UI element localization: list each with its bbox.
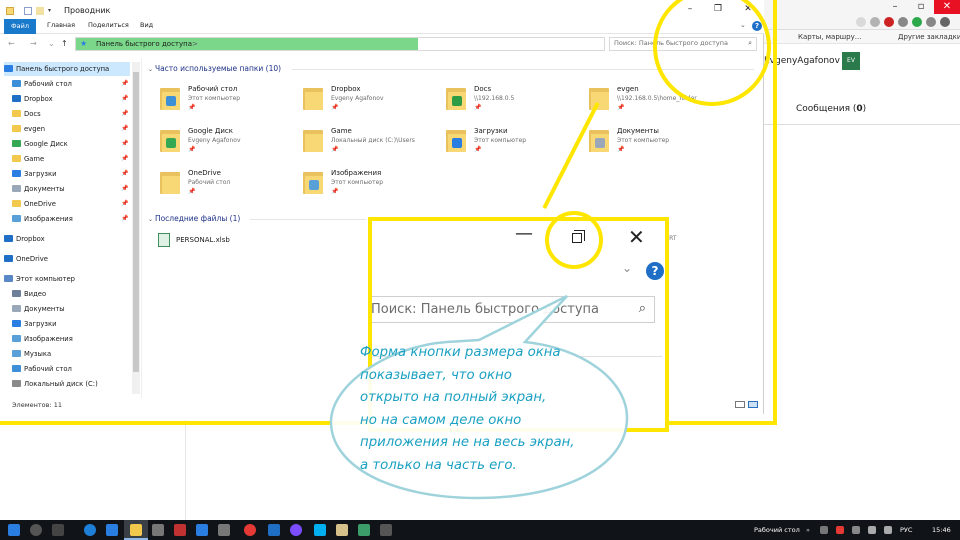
search-icon[interactable] <box>30 524 42 536</box>
chevron-down-icon: ⌄ <box>622 261 633 275</box>
bookmark-maps[interactable]: Карты, маршру... <box>798 30 861 44</box>
app-icon[interactable] <box>268 524 280 536</box>
messages-link[interactable]: Сообщения (0) <box>796 104 866 114</box>
edge-icon[interactable] <box>106 524 118 536</box>
tray-icon[interactable] <box>852 526 860 534</box>
network-icon[interactable] <box>868 526 876 534</box>
browser-minimize-button[interactable]: – <box>882 0 908 14</box>
bookmark-other[interactable]: Другие закладки <box>898 30 960 44</box>
search-icon[interactable] <box>856 17 866 27</box>
browser-close-button[interactable]: ✕ <box>934 0 960 14</box>
explorer-icon[interactable] <box>130 524 142 536</box>
annotation-line: а только на часть его. <box>360 457 517 473</box>
app-icon[interactable] <box>358 524 370 536</box>
opera-icon[interactable] <box>884 17 894 27</box>
browser-maximize-button[interactable]: ▫ <box>908 0 934 14</box>
app-icon[interactable] <box>218 524 230 536</box>
tray-icon[interactable] <box>820 526 828 534</box>
zoomed-close-icon: ✕ <box>628 225 645 249</box>
clock[interactable]: 15:46 <box>932 526 951 534</box>
viber-icon[interactable] <box>290 524 302 536</box>
annotation-line: открыто на полный экран, <box>360 390 547 406</box>
shield-icon[interactable] <box>912 17 922 27</box>
start-icon[interactable] <box>8 524 20 536</box>
messages-label: Сообщения ( <box>796 104 857 114</box>
messages-close: ) <box>862 104 867 114</box>
annotation-line: приложения не на весь экран, <box>360 435 575 451</box>
search-icon: ⌕ <box>638 301 646 316</box>
language-indicator[interactable]: РУС <box>900 526 912 534</box>
bookmarks-bar: Карты, маршру... Другие закладки <box>760 30 960 44</box>
taskbar: Рабочий стол » РУС 15:46 <box>0 520 960 540</box>
volume-icon[interactable] <box>884 526 892 534</box>
annotation-line: Форма кнопки размера окна <box>360 345 561 360</box>
help-icon: ? <box>646 262 664 280</box>
skype-icon[interactable] <box>314 524 326 536</box>
divider <box>760 124 960 125</box>
annotation-line: но на самом деле окно <box>360 412 522 428</box>
annotation-text: Форма кнопки размера окна показывает, что… <box>360 342 610 478</box>
menu-icon[interactable] <box>940 17 950 27</box>
tray-icon[interactable] <box>836 526 844 534</box>
task-view-icon[interactable] <box>52 524 64 536</box>
browser-titlebar: – ▫ ✕ <box>760 0 960 14</box>
extension-icon[interactable] <box>926 17 936 27</box>
background-browser-window: – ▫ ✕ Карты, маршру... Другие закладки E… <box>760 0 960 520</box>
app-icon[interactable] <box>380 524 392 536</box>
app-icon[interactable] <box>336 524 348 536</box>
annotation-circle-maximize <box>545 211 603 269</box>
browser-toolbar <box>760 14 960 30</box>
zoomed-minimize-icon: — <box>515 223 533 244</box>
app-icon[interactable] <box>196 524 208 536</box>
star-icon[interactable] <box>870 17 880 27</box>
annotation-line: показывает, что окно <box>360 367 512 383</box>
store-icon[interactable] <box>152 524 164 536</box>
ie-icon[interactable] <box>84 524 96 536</box>
chrome-icon[interactable] <box>244 524 256 536</box>
desktop-toolbar-label[interactable]: Рабочий стол <box>754 526 800 534</box>
app-icon[interactable] <box>174 524 186 536</box>
chevron-up-icon[interactable]: » <box>806 526 810 534</box>
avatar[interactable]: EV <box>842 52 860 70</box>
extension-icon[interactable] <box>898 17 908 27</box>
